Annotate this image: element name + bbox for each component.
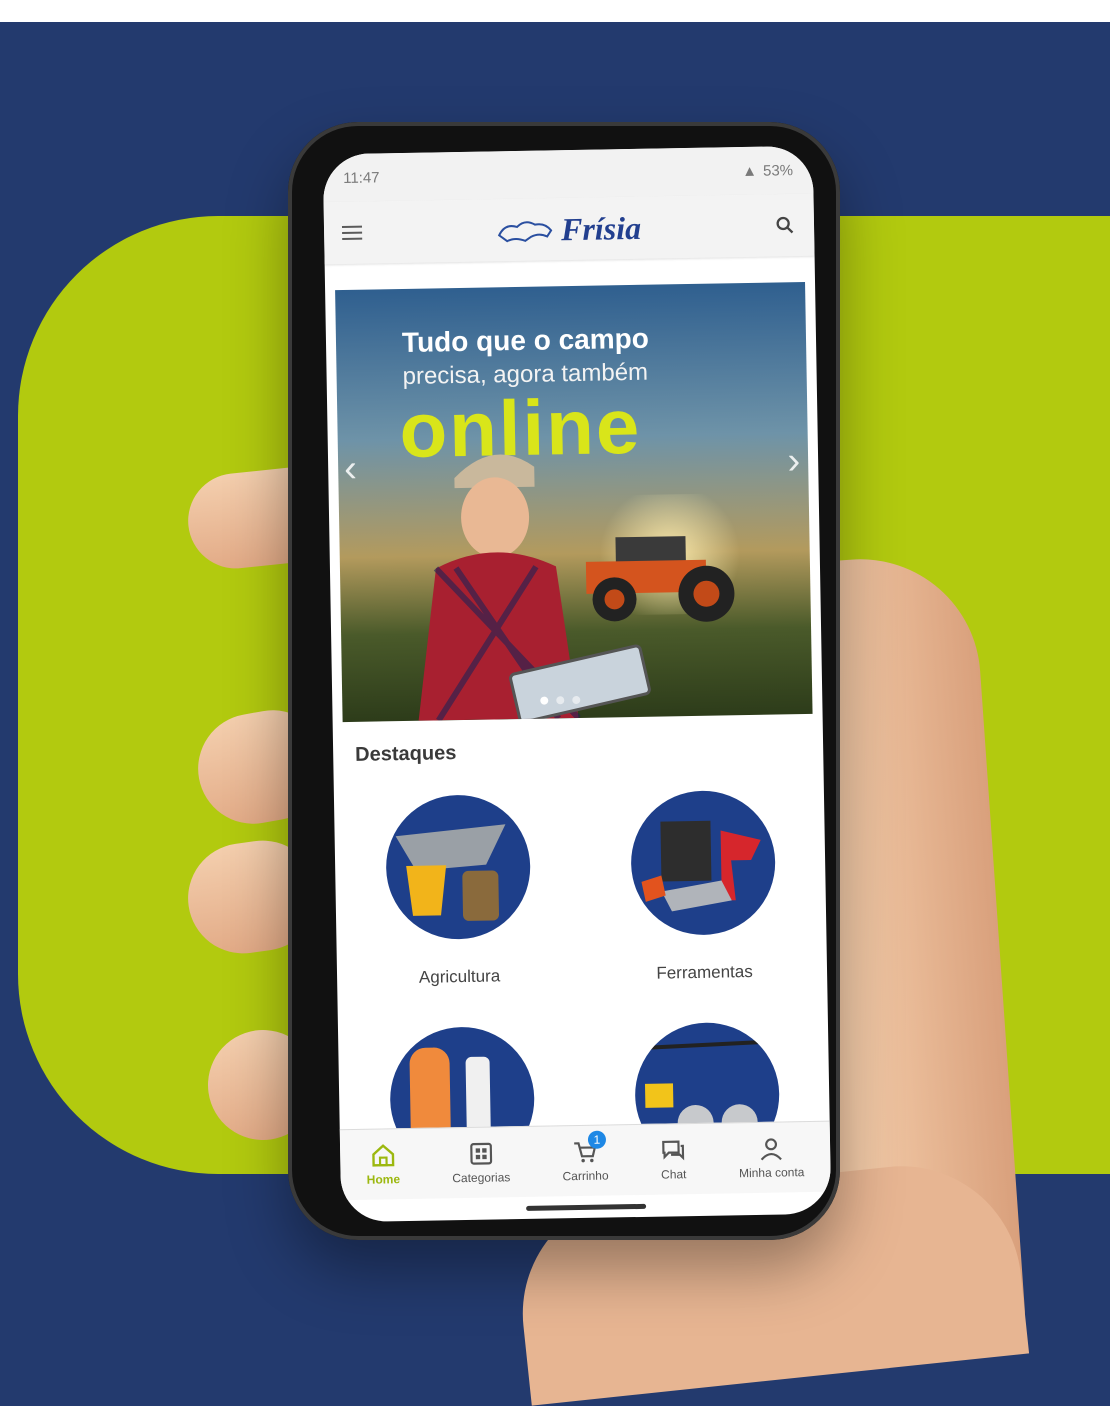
carousel-dot[interactable] [572,695,581,705]
cow-logo-icon [497,221,553,243]
category-label: Agricultura [418,966,501,987]
top-white-band [0,0,1110,22]
status-bar: 11:47 ▲ 53% [322,145,814,203]
status-icons: ▲ 53% [742,162,793,180]
category-agricultura[interactable]: Agricultura [334,793,582,989]
nav-minha-conta[interactable]: Minha conta [738,1135,805,1181]
chevron-left-icon[interactable]: ‹ [344,448,357,491]
nav-label: Home [366,1172,401,1187]
nav-label: Categorias [452,1170,511,1186]
cart-count-badge: 1 [587,1130,607,1149]
category-label: Ferramentas [656,961,753,983]
carousel-dot[interactable] [556,696,565,705]
nav-categorias[interactable]: Categorias [452,1140,511,1186]
battery-level: 53% [762,161,794,180]
nav-home[interactable]: Home [366,1142,400,1187]
gesture-home-bar[interactable] [526,1203,647,1211]
power-tools-image [640,820,761,912]
nav-carrinho[interactable]: 1 Carrinho [562,1130,609,1184]
section-title-destaques: Destaques [355,742,457,766]
grid-icon [469,1142,492,1165]
nav-label: Chat [660,1167,687,1182]
carousel-indicators [540,695,581,705]
nav-label: Carrinho [562,1168,609,1184]
frisia-logo[interactable]: Frísia [495,209,642,249]
nav-chat[interactable]: Chat [660,1137,687,1182]
search-icon[interactable] [774,214,796,236]
agricultura-image [384,793,531,941]
user-icon [760,1138,783,1161]
status-time: 11:47 [342,168,380,187]
nav-label: Minha conta [738,1165,805,1181]
promo-banner[interactable]: Tudo que o campo precisa, agora também o… [335,281,813,723]
signal-icon: ▲ [742,162,758,180]
app-bar: Frísia [323,193,815,265]
chat-icon [662,1140,685,1161]
home-icon [372,1144,395,1167]
bottom-navigation: Home Categorias 1 Carrinho Chat Minha co… [339,1120,831,1201]
carousel-dot[interactable] [540,696,549,705]
hamburger-icon[interactable] [341,225,363,241]
chevron-right-icon[interactable]: › [787,440,800,483]
banner-headline: Tudo que o campo [401,322,650,358]
category-ferramentas[interactable]: Ferramentas [579,789,827,985]
phone-screen: 11:47 ▲ 53% Frísia Tudo que o campo prec… [322,145,832,1223]
wheelbarrow-image [395,824,505,921]
logo-text: Frísia [560,209,642,247]
ferramentas-image [629,789,776,937]
